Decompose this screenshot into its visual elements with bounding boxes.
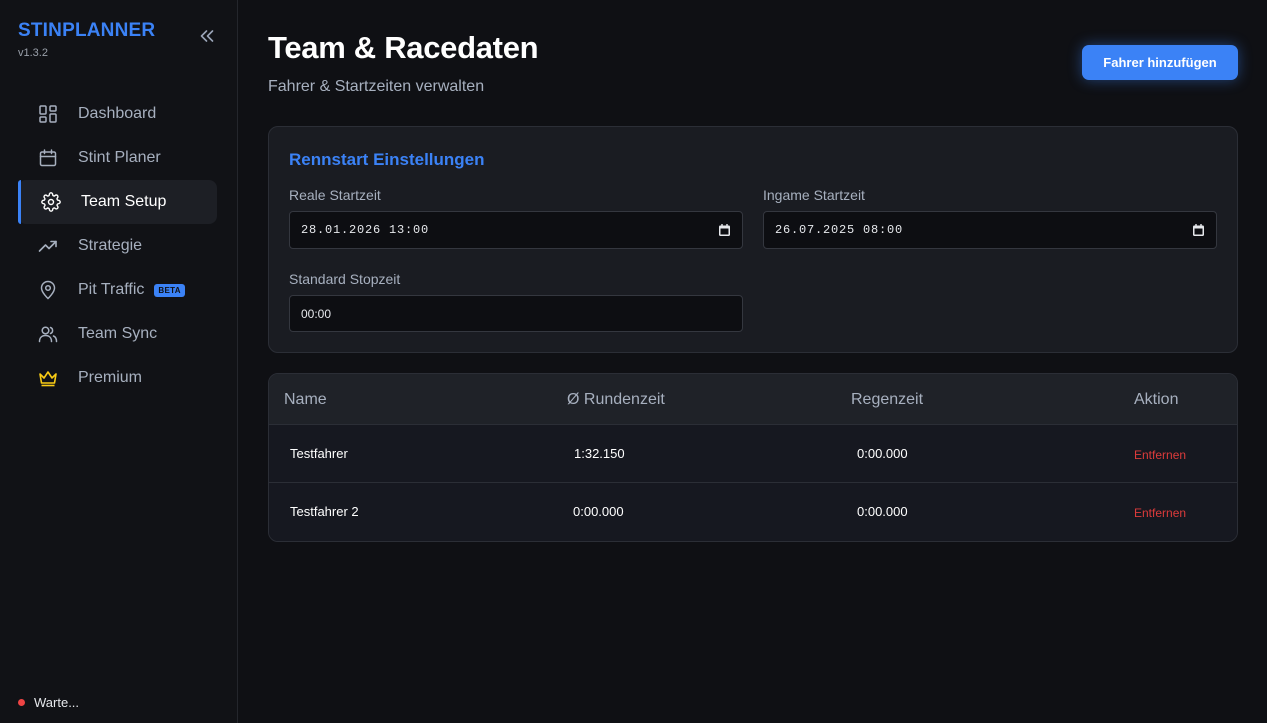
stop-time-value: 00:00 bbox=[301, 306, 332, 321]
connection-status: Warte... bbox=[18, 695, 79, 710]
map-pin-icon bbox=[38, 280, 58, 300]
driver-rain-time: 0:00.000 bbox=[857, 504, 908, 519]
driver-rain-time: 0:00.000 bbox=[857, 446, 908, 461]
sidebar-item-label: Pit Traffic bbox=[78, 281, 145, 298]
driver-lap-time: 0:00.000 bbox=[573, 504, 624, 519]
driver-name: Testfahrer bbox=[290, 446, 348, 461]
calendar-picker-icon[interactable] bbox=[719, 224, 730, 236]
status-text: Warte... bbox=[34, 695, 80, 710]
column-header-rain-time: Regenzeit bbox=[851, 391, 924, 408]
table-header: Name Ø Rundenzeit Regenzeit Aktion bbox=[269, 374, 1237, 425]
sidebar-item-pit-traffic[interactable]: Pit Traffic BETA bbox=[18, 268, 217, 312]
app-version: v1.3.2 bbox=[18, 47, 48, 59]
remove-driver-button[interactable]: Entfernen bbox=[1134, 506, 1186, 520]
remove-driver-button[interactable]: Entfernen bbox=[1134, 448, 1186, 462]
beta-badge: BETA bbox=[154, 283, 185, 297]
sidebar: STINPLANNER v1.3.2 Dashboard Stint Plane… bbox=[0, 0, 238, 723]
sidebar-item-label: Strategie bbox=[78, 237, 143, 254]
brand: STINPLANNER v1.3.2 bbox=[18, 20, 155, 59]
collapse-sidebar-button[interactable] bbox=[196, 28, 218, 48]
table-row: Testfahrer 2 0:00.000 0:00.000 Entfernen bbox=[269, 483, 1237, 541]
sidebar-item-team-sync[interactable]: Team Sync bbox=[18, 312, 217, 356]
app-name: STINPLANNER bbox=[18, 20, 156, 41]
driver-name: Testfahrer 2 bbox=[290, 504, 359, 519]
ingame-start-input[interactable]: 26.07.2025 08:00 bbox=[763, 211, 1217, 249]
sidebar-item-label: Premium bbox=[78, 369, 143, 386]
drivers-table: Name Ø Rundenzeit Regenzeit Aktion Testf… bbox=[268, 373, 1238, 542]
sidebar-item-team-setup[interactable]: Team Setup bbox=[18, 180, 217, 224]
chevrons-left-icon bbox=[200, 29, 214, 47]
column-header-name: Name bbox=[284, 391, 327, 408]
crown-icon bbox=[38, 368, 58, 388]
calendar-picker-icon[interactable] bbox=[1193, 224, 1204, 236]
stop-time-input[interactable]: 00:00 bbox=[289, 295, 743, 332]
ingame-start-value: 26.07.2025 08:00 bbox=[775, 223, 904, 237]
status-dot-icon bbox=[18, 699, 25, 706]
column-header-lap-time: Ø Rundenzeit bbox=[567, 391, 665, 408]
add-driver-button[interactable]: Fahrer hinzufügen bbox=[1082, 45, 1238, 80]
calendar-icon bbox=[38, 148, 58, 168]
main-content: Team & Racedaten Fahrer & Startzeiten ve… bbox=[238, 0, 1267, 723]
sidebar-nav: Dashboard Stint Planer Team Setup Strate… bbox=[18, 92, 217, 400]
sidebar-item-strategie[interactable]: Strategie bbox=[18, 224, 217, 268]
table-row: Testfahrer 1:32.150 0:00.000 Entfernen bbox=[269, 425, 1237, 483]
driver-lap-time: 1:32.150 bbox=[574, 446, 625, 461]
page-title: Team & Racedaten bbox=[268, 30, 539, 65]
sidebar-item-label: Stint Planer bbox=[78, 149, 161, 166]
page-subtitle: Fahrer & Startzeiten verwalten bbox=[268, 78, 485, 95]
stop-time-label: Standard Stopzeit bbox=[289, 271, 401, 287]
real-start-value: 28.01.2026 13:00 bbox=[301, 223, 430, 237]
sidebar-item-label: Team Sync bbox=[78, 325, 158, 342]
column-header-action: Aktion bbox=[1134, 391, 1179, 408]
sidebar-item-stint-planer[interactable]: Stint Planer bbox=[18, 136, 217, 180]
sidebar-item-label: Team Setup bbox=[81, 193, 167, 210]
real-start-input[interactable]: 28.01.2026 13:00 bbox=[289, 211, 743, 249]
sidebar-item-dashboard[interactable]: Dashboard bbox=[18, 92, 217, 136]
race-start-settings-card: Rennstart Einstellungen Reale Startzeit … bbox=[268, 126, 1238, 353]
settings-title: Rennstart Einstellungen bbox=[289, 150, 485, 169]
sidebar-item-label: Dashboard bbox=[78, 105, 157, 122]
sidebar-item-premium[interactable]: Premium bbox=[18, 356, 217, 400]
users-icon bbox=[38, 324, 58, 344]
trending-up-icon bbox=[38, 236, 58, 256]
real-start-label: Reale Startzeit bbox=[289, 187, 381, 203]
gear-icon bbox=[41, 192, 61, 212]
ingame-start-label: Ingame Startzeit bbox=[763, 187, 865, 203]
dashboard-icon bbox=[38, 104, 58, 124]
